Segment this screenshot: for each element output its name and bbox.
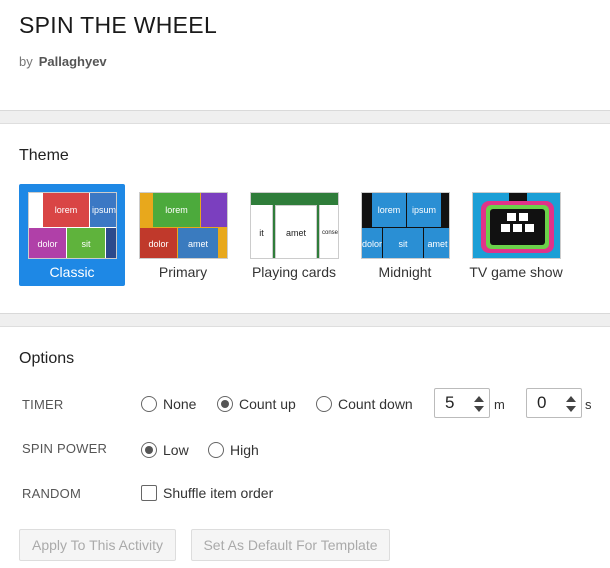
spin-power-label: SPIN POWER xyxy=(22,441,108,456)
set-as-default-button[interactable]: Set As Default For Template xyxy=(191,529,390,561)
midnight-thumbnail: lorem ipsum dolor sit amet xyxy=(361,192,450,259)
thumb-card: conse xyxy=(319,205,338,258)
radio-circle xyxy=(316,396,332,412)
thumb-tile: amet xyxy=(178,228,218,258)
section-divider xyxy=(0,313,610,327)
seconds-value: 0 xyxy=(537,393,547,412)
decrement-icon[interactable] xyxy=(474,406,484,412)
by-label: by xyxy=(19,54,33,69)
spin-power-high-radio[interactable]: High xyxy=(208,442,259,458)
radio-label: None xyxy=(163,396,197,412)
timer-count-down-radio[interactable]: Count down xyxy=(316,396,413,412)
increment-icon[interactable] xyxy=(474,396,484,402)
decrement-icon[interactable] xyxy=(566,406,576,412)
theme-option-tv-game-show[interactable]: TV game show xyxy=(463,184,569,286)
apply-to-activity-button[interactable]: Apply To This Activity xyxy=(19,529,176,561)
thumb-tile: dolor xyxy=(29,228,66,258)
radio-circle xyxy=(141,396,157,412)
timer-seconds-stepper[interactable]: 0 xyxy=(526,388,582,418)
radio-circle xyxy=(208,442,224,458)
checkbox-box xyxy=(141,485,157,501)
timer-label: TIMER xyxy=(22,397,64,412)
timer-count-up-radio[interactable]: Count up xyxy=(217,396,296,412)
theme-label: Classic xyxy=(49,264,95,280)
thumb-tile: ipsum xyxy=(407,193,441,227)
spin-power-low-radio[interactable]: Low xyxy=(141,442,189,458)
options-section-title: Options xyxy=(19,350,75,367)
theme-picker: lorem ipsum dolor sit Classic lorem dolo… xyxy=(19,184,599,286)
activity-header: SPIN THE WHEEL by Pallaghyev xyxy=(0,0,610,110)
thumb-tile xyxy=(201,193,227,227)
page-title: SPIN THE WHEEL xyxy=(19,12,218,38)
theme-option-playing-cards[interactable]: it amet conse Playing cards xyxy=(241,184,347,286)
theme-label: Primary xyxy=(158,264,208,280)
tv-screen-icon xyxy=(481,193,554,253)
minutes-value: 5 xyxy=(445,393,455,412)
shuffle-item-order-checkbox[interactable]: Shuffle item order xyxy=(141,485,273,501)
minutes-unit: m xyxy=(494,397,505,412)
theme-label: Midnight xyxy=(378,264,432,280)
stepper-arrows[interactable] xyxy=(473,393,485,415)
thumb-tile: amet xyxy=(424,228,449,258)
seconds-unit: s xyxy=(585,397,592,412)
thumb-tile: lorem xyxy=(372,193,406,227)
tv-game-show-thumbnail xyxy=(472,192,561,259)
random-label: RANDOM xyxy=(22,486,81,501)
primary-thumbnail: lorem dolor amet xyxy=(139,192,228,259)
increment-icon[interactable] xyxy=(566,396,576,402)
thumb-card: it xyxy=(251,205,273,258)
thumb-tile: sit xyxy=(67,228,105,258)
radio-label: High xyxy=(230,442,259,458)
thumb-tile: lorem xyxy=(43,193,89,227)
classic-thumbnail: lorem ipsum dolor sit xyxy=(28,192,117,259)
radio-label: Low xyxy=(163,442,189,458)
theme-option-primary[interactable]: lorem dolor amet Primary xyxy=(130,184,236,286)
theme-label: TV game show xyxy=(469,264,563,280)
thumb-tile: dolor xyxy=(362,228,382,258)
radio-circle-selected xyxy=(217,396,233,412)
byline: by Pallaghyev xyxy=(19,54,107,69)
thumb-tile: lorem xyxy=(153,193,200,227)
thumb-tile xyxy=(106,228,116,258)
thumb-tile xyxy=(140,193,152,227)
thumb-tile: ipsum xyxy=(90,193,116,227)
playing-cards-thumbnail: it amet conse xyxy=(250,192,339,259)
theme-option-classic[interactable]: lorem ipsum dolor sit Classic xyxy=(19,184,125,286)
timer-none-radio[interactable]: None xyxy=(141,396,196,412)
theme-label: Playing cards xyxy=(251,264,337,280)
thumb-card: amet xyxy=(275,205,317,258)
thumb-tile: dolor xyxy=(140,228,177,258)
thumb-tile: sit xyxy=(383,228,423,258)
thumb-tile xyxy=(219,228,227,258)
radio-label: Count down xyxy=(338,396,413,412)
author-link[interactable]: Pallaghyev xyxy=(39,54,107,69)
theme-section-title: Theme xyxy=(19,147,69,164)
theme-option-midnight[interactable]: lorem ipsum dolor sit amet Midnight xyxy=(352,184,458,286)
checkbox-label: Shuffle item order xyxy=(163,485,274,501)
timer-minutes-stepper[interactable]: 5 xyxy=(434,388,490,418)
stepper-arrows[interactable] xyxy=(565,393,577,415)
section-divider xyxy=(0,110,610,124)
radio-label: Count up xyxy=(239,396,296,412)
radio-circle-selected xyxy=(141,442,157,458)
